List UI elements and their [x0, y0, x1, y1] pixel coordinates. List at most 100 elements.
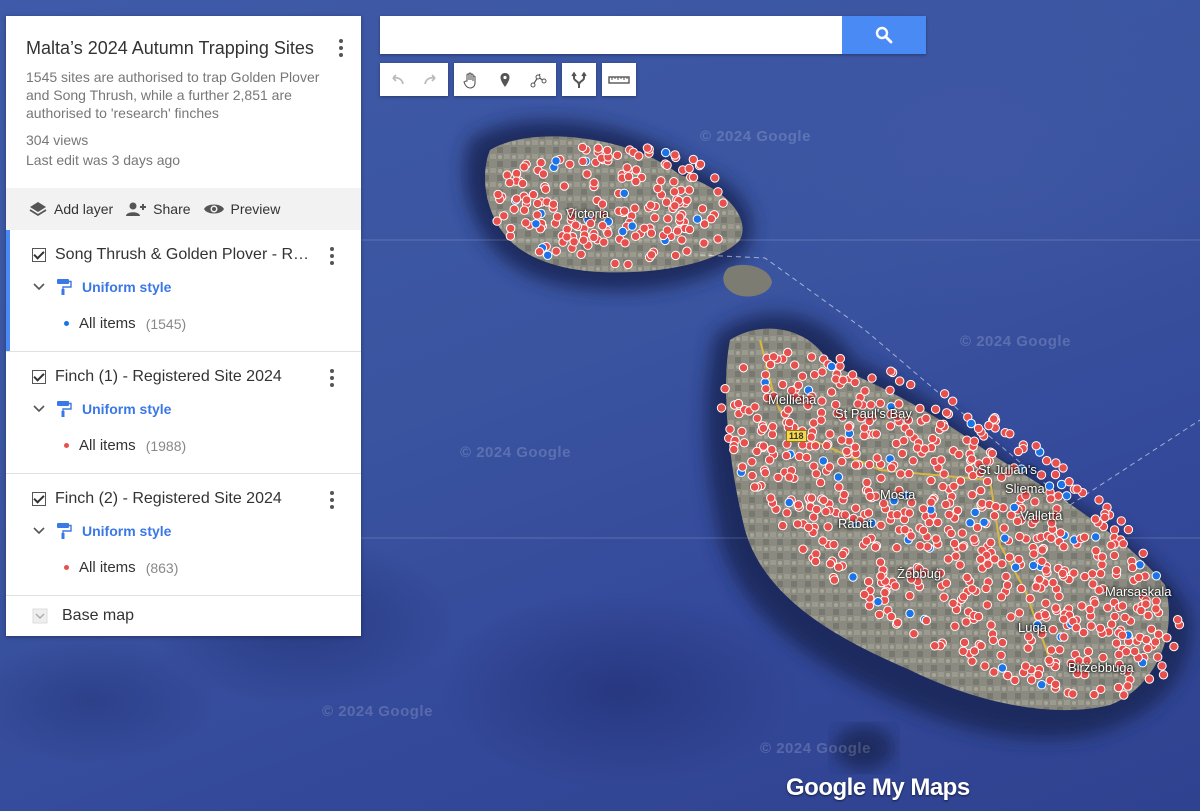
- map-marker[interactable]: [784, 417, 795, 428]
- map-marker[interactable]: [895, 376, 905, 386]
- map-marker[interactable]: [829, 575, 840, 585]
- map-marker[interactable]: [1141, 635, 1152, 645]
- map-marker[interactable]: [825, 429, 835, 439]
- map-marker[interactable]: [1059, 632, 1069, 642]
- map-marker[interactable]: [1114, 649, 1124, 660]
- map-marker[interactable]: [969, 646, 980, 656]
- map-marker[interactable]: [764, 455, 775, 465]
- map-marker[interactable]: [532, 210, 542, 220]
- map-marker[interactable]: [662, 225, 672, 235]
- map-marker[interactable]: [871, 429, 881, 439]
- map-marker[interactable]: [684, 185, 694, 195]
- map-marker[interactable]: [1010, 675, 1020, 686]
- map-marker[interactable]: [806, 432, 816, 442]
- map-marker[interactable]: [697, 204, 708, 214]
- map-marker[interactable]: [684, 163, 694, 174]
- map-marker[interactable]: [1085, 604, 1095, 615]
- map-marker[interactable]: [989, 414, 999, 424]
- map-marker[interactable]: [1096, 568, 1106, 579]
- map-marker[interactable]: [904, 508, 914, 518]
- map-marker[interactable]: [622, 163, 632, 173]
- map-marker[interactable]: [915, 403, 925, 414]
- map-marker[interactable]: [1169, 641, 1179, 652]
- map-marker[interactable]: [752, 413, 762, 423]
- map-marker[interactable]: [599, 237, 609, 247]
- map-marker[interactable]: [531, 219, 541, 229]
- layer-finch-1[interactable]: Finch (1) - Registered Site 2024 Uniform…: [6, 352, 361, 474]
- layer-options-button[interactable]: [329, 369, 335, 387]
- map-marker[interactable]: [892, 618, 903, 628]
- map-marker[interactable]: [822, 440, 832, 451]
- map-marker[interactable]: [979, 517, 989, 527]
- map-marker[interactable]: [905, 591, 915, 601]
- map-marker[interactable]: [519, 205, 530, 215]
- map-marker[interactable]: [890, 581, 900, 591]
- map-marker[interactable]: [768, 352, 779, 362]
- map-marker[interactable]: [1173, 615, 1183, 625]
- map-marker[interactable]: [921, 413, 931, 424]
- map-marker[interactable]: [718, 198, 728, 208]
- map-marker[interactable]: [1110, 611, 1120, 622]
- map-marker[interactable]: [986, 537, 996, 548]
- map-marker[interactable]: [1041, 565, 1051, 575]
- map-marker[interactable]: [936, 455, 946, 465]
- map-marker[interactable]: [1117, 630, 1128, 640]
- map-marker[interactable]: [1123, 681, 1133, 691]
- map-marker[interactable]: [619, 188, 629, 199]
- map-marker[interactable]: [999, 523, 1009, 533]
- map-marker[interactable]: [1150, 637, 1161, 647]
- map-marker[interactable]: [725, 424, 735, 434]
- map-marker[interactable]: [892, 510, 902, 520]
- map-marker[interactable]: [958, 646, 968, 656]
- map-marker[interactable]: [933, 517, 943, 528]
- map-marker[interactable]: [713, 187, 723, 197]
- map-marker[interactable]: [941, 408, 952, 418]
- map-marker[interactable]: [578, 156, 588, 167]
- map-marker[interactable]: [885, 385, 895, 395]
- map-marker[interactable]: [926, 497, 936, 507]
- map-marker[interactable]: [803, 522, 814, 533]
- map-marker[interactable]: [1133, 572, 1144, 583]
- map-marker[interactable]: [996, 650, 1006, 660]
- map-marker[interactable]: [1117, 601, 1128, 611]
- map-marker[interactable]: [669, 187, 680, 197]
- map-marker[interactable]: [943, 554, 953, 564]
- chevron-down-icon[interactable]: [32, 280, 46, 294]
- map-marker[interactable]: [973, 423, 984, 434]
- map-marker[interactable]: [988, 635, 998, 645]
- map-marker[interactable]: [811, 469, 821, 479]
- map-marker[interactable]: [806, 352, 817, 362]
- map-marker[interactable]: [842, 446, 852, 456]
- map-marker[interactable]: [522, 195, 532, 205]
- map-marker[interactable]: [905, 428, 915, 438]
- map-marker[interactable]: [1036, 470, 1047, 480]
- share-button[interactable]: Share: [125, 200, 191, 218]
- directions-button[interactable]: [562, 63, 596, 96]
- map-marker[interactable]: [1127, 562, 1138, 573]
- layer-style-link[interactable]: Uniform style: [82, 279, 171, 295]
- map-marker[interactable]: [826, 361, 837, 372]
- map-marker[interactable]: [815, 477, 826, 488]
- map-marker[interactable]: [1046, 645, 1057, 655]
- map-marker[interactable]: [838, 549, 848, 560]
- map-marker[interactable]: [1050, 679, 1061, 689]
- map-marker[interactable]: [839, 489, 849, 500]
- map-marker[interactable]: [833, 562, 844, 572]
- map-marker[interactable]: [927, 433, 938, 444]
- map-marker[interactable]: [493, 189, 503, 200]
- map-marker[interactable]: [1072, 484, 1082, 494]
- map-marker[interactable]: [1097, 560, 1107, 570]
- map-marker[interactable]: [767, 429, 778, 440]
- map-marker[interactable]: [904, 468, 914, 479]
- map-marker[interactable]: [862, 477, 872, 488]
- map-marker[interactable]: [829, 539, 839, 550]
- map-marker[interactable]: [1031, 582, 1041, 592]
- layer-options-button[interactable]: [329, 491, 335, 509]
- map-marker[interactable]: [1119, 690, 1129, 700]
- map-marker[interactable]: [618, 226, 628, 237]
- map-marker[interactable]: [653, 183, 663, 194]
- map-marker[interactable]: [597, 221, 608, 231]
- map-marker[interactable]: [670, 250, 681, 261]
- map-marker[interactable]: [967, 490, 977, 500]
- map-marker[interactable]: [760, 468, 770, 478]
